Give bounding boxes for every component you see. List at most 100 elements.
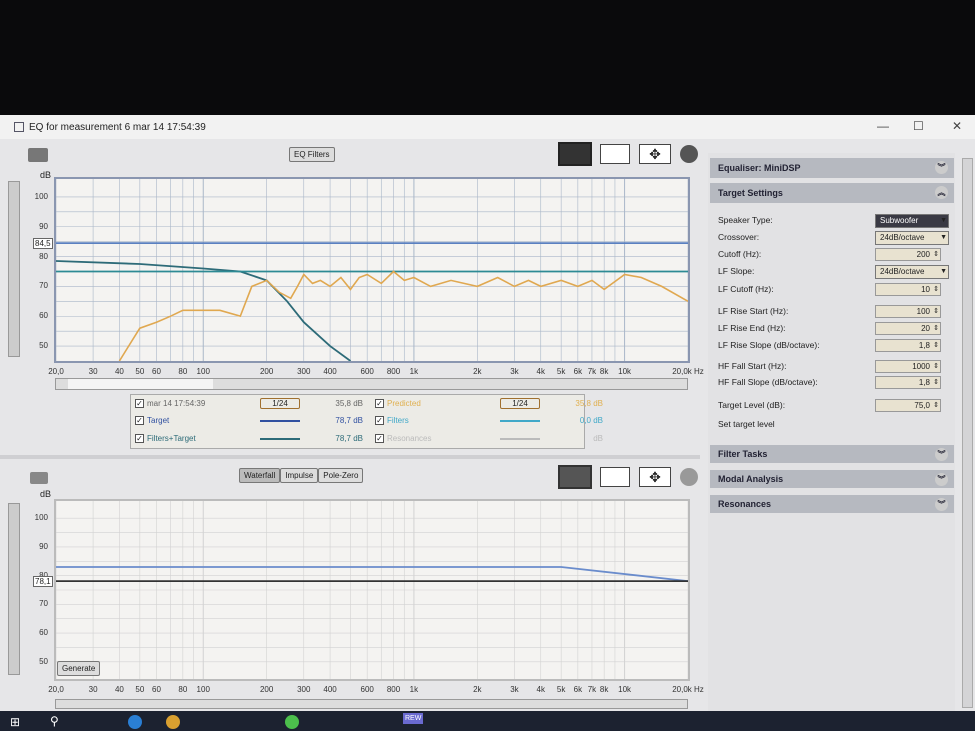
eq-filters-button[interactable]: EQ Filters (289, 147, 335, 162)
modal-analysis-label: Modal Analysis (718, 474, 784, 484)
chevron-down-icon[interactable]: ︾ (935, 448, 948, 461)
legend-checkbox[interactable]: ✓ (135, 399, 144, 408)
grid-layout-icon[interactable] (600, 467, 630, 487)
equaliser-header[interactable]: Equaliser: MiniDSP ︾ (710, 158, 954, 178)
chevron-up-icon[interactable]: ︽ (935, 186, 948, 199)
x-tick-label: 8k (599, 685, 609, 694)
set-target-level-link[interactable]: Set target level (718, 419, 775, 429)
dropdown-arrow-icon[interactable]: ▼ (940, 266, 947, 278)
x-tick-label: 100 (196, 685, 210, 694)
field-value: 24dB/octave (880, 267, 925, 276)
legend-value: 0,0 dB (579, 416, 603, 425)
x-tick-label: 30 (88, 685, 98, 694)
minimize-button[interactable]: — (877, 119, 889, 133)
edge-icon[interactable] (128, 715, 142, 729)
spin-input[interactable]: 20 ⇕ (875, 322, 941, 335)
spinner-icon[interactable]: ⇕ (933, 377, 939, 388)
tab-impulse[interactable]: Impulse (280, 468, 319, 483)
spotify-icon[interactable] (285, 715, 299, 729)
legend-checkbox[interactable]: ✓ (375, 399, 384, 408)
spinner-icon[interactable]: ⇕ (933, 306, 939, 317)
dropdown-arrow-icon[interactable]: ▼ (940, 215, 947, 227)
legend-checkbox[interactable]: ✓ (375, 416, 384, 425)
app-icon (14, 122, 24, 132)
bottom-graph-svg (55, 501, 689, 679)
smoothing-button[interactable]: 1/24 (500, 398, 540, 409)
spin-input[interactable]: 1,8 ⇕ (875, 376, 941, 389)
bottom-graph-plot[interactable] (54, 499, 690, 681)
spin-input[interactable]: 200 ⇕ (875, 248, 941, 261)
legend-item: ✓ mar 14 17:54:39 1/24 35,8 dB (135, 398, 363, 409)
grid-layout-icon[interactable] (600, 144, 630, 164)
field-value: Subwoofer (880, 216, 919, 225)
smoothing-button[interactable]: 1/24 (260, 398, 300, 409)
dropdown[interactable]: 24dB/octave ▼ (875, 265, 949, 279)
y-scrollbar[interactable] (8, 503, 20, 675)
modal-analysis-header[interactable]: Modal Analysis ︾ (710, 470, 954, 488)
series-upper-line (56, 566, 689, 582)
spin-input[interactable]: 1,8 ⇕ (875, 339, 941, 352)
x-tick-label: 20,0k Hz (672, 367, 704, 376)
window-title: EQ for measurement 6 mar 14 17:54:39 (29, 121, 206, 133)
chevron-down-icon[interactable]: ︾ (935, 498, 948, 511)
spin-input[interactable]: 10 ⇕ (875, 283, 941, 296)
dropdown-arrow-icon[interactable]: ▼ (940, 232, 947, 244)
x-scrollbar[interactable] (55, 699, 688, 709)
search-icon[interactable]: ⚲ (50, 714, 59, 728)
legend-checkbox[interactable]: ✓ (135, 434, 144, 443)
camera-icon[interactable] (28, 148, 48, 162)
y-tick-label: 50 (39, 656, 48, 666)
spin-input[interactable]: 100 ⇕ (875, 305, 941, 318)
close-button[interactable]: ✕ (952, 119, 962, 133)
chevron-down-icon[interactable]: ︾ (935, 473, 948, 486)
x-tick-label: 30 (88, 367, 98, 376)
x-tick-label: 50 (135, 367, 145, 376)
splitter[interactable] (0, 455, 700, 459)
dropdown[interactable]: 24dB/octave ▼ (875, 231, 949, 245)
target-settings-label: Target Settings (718, 188, 783, 198)
x-scrollbar[interactable] (55, 378, 688, 390)
legend-checkbox[interactable]: ✓ (135, 416, 144, 425)
filter-tasks-header[interactable]: Filter Tasks ︾ (710, 445, 954, 463)
legend-label: mar 14 17:54:39 (147, 399, 206, 408)
spinner-icon[interactable]: ⇕ (933, 249, 939, 260)
fit-arrows-icon[interactable]: ✥ (639, 467, 671, 487)
graph-layout-icon[interactable] (558, 142, 592, 166)
graph-layout-icon[interactable] (558, 465, 592, 489)
gear-icon[interactable] (680, 145, 698, 163)
legend-item: ✓ Filters 0,0 dB (375, 416, 603, 425)
target-settings-header[interactable]: Target Settings ︽ (710, 183, 954, 203)
gear-icon[interactable] (680, 468, 698, 486)
windows-start-icon[interactable]: ⊞ (10, 715, 20, 729)
x-tick-label: 400 (323, 685, 337, 694)
spinner-icon[interactable]: ⇕ (933, 340, 939, 351)
legend-value: 78,7 dB (335, 416, 363, 425)
generate-button[interactable]: Generate (57, 661, 101, 676)
fit-arrows-icon[interactable]: ✥ (639, 144, 671, 164)
tab-waterfall[interactable]: Waterfall (239, 468, 281, 483)
spinner-icon[interactable]: ⇕ (933, 323, 939, 334)
x-tick-label: 600 (360, 367, 374, 376)
spin-input[interactable]: 1000 ⇕ (875, 360, 941, 373)
y-scrollbar[interactable] (8, 181, 20, 357)
chevron-down-icon[interactable]: ︾ (935, 161, 948, 174)
spinner-icon[interactable]: ⇕ (933, 361, 939, 372)
legend-line-swatch (500, 437, 540, 440)
panel-scrollbar[interactable] (962, 158, 973, 708)
spinner-icon[interactable]: ⇕ (933, 400, 939, 411)
spin-input[interactable]: 75,0 ⇕ (875, 399, 941, 412)
legend-checkbox[interactable]: ✓ (375, 434, 384, 443)
rew-taskbar-button[interactable]: REW (403, 713, 424, 724)
dropdown[interactable]: Subwoofer ▼ (875, 214, 949, 228)
tab-pole-zero[interactable]: Pole-Zero (318, 468, 364, 483)
maximize-button[interactable]: ☐ (913, 119, 924, 133)
legend-item: ✓ Predicted 1/24 35,8 dB (375, 398, 603, 409)
field-label: Target Level (dB): (718, 400, 786, 410)
resonances-header[interactable]: Resonances ︾ (710, 495, 954, 513)
top-graph-plot[interactable] (54, 177, 690, 363)
chrome-icon[interactable] (166, 715, 180, 729)
spinner-icon[interactable]: ⇕ (933, 284, 939, 295)
legend-label: Filters+Target (147, 434, 196, 443)
camera-icon[interactable] (30, 472, 48, 484)
x-tick-label: 20,0 (48, 685, 64, 694)
